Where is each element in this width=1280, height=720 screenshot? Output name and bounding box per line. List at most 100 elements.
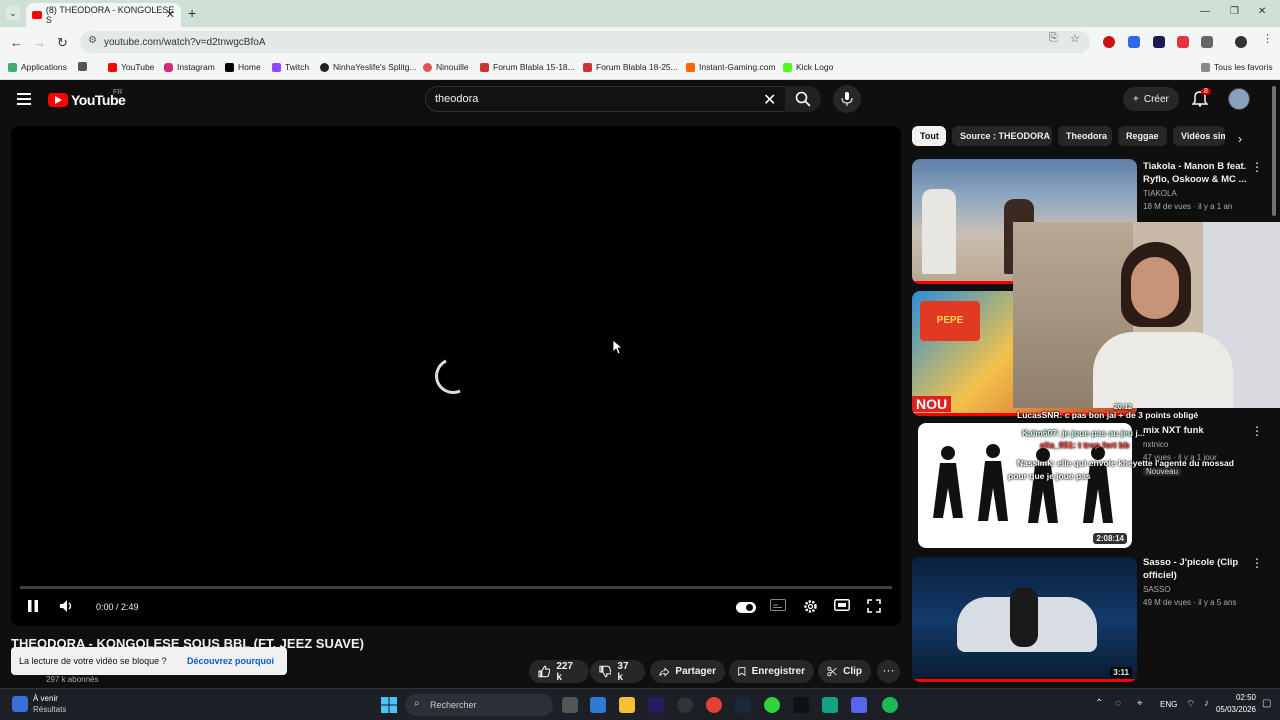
app-icon[interactable] <box>764 697 780 713</box>
page-scrollbar[interactable] <box>1272 86 1276 216</box>
store-app-icon[interactable] <box>590 697 606 713</box>
bookmark-forum-15-18[interactable]: Forum Blabla 15-18... <box>480 62 575 72</box>
close-tab-icon[interactable]: ✕ <box>166 8 175 21</box>
bookmark-kick[interactable]: Kick Logo <box>783 62 833 72</box>
autoplay-toggle[interactable] <box>736 602 756 613</box>
new-tab-icon[interactable]: + <box>188 5 196 21</box>
progress-bar[interactable] <box>20 586 892 589</box>
chrome-icon[interactable] <box>706 697 722 713</box>
chrome-menu-icon[interactable]: ⋮ <box>1262 32 1273 45</box>
tiktok-icon[interactable] <box>793 697 809 713</box>
notification-center-icon[interactable]: ▢ <box>1262 698 1271 709</box>
recommendation-channel[interactable]: SASSO <box>1143 585 1171 594</box>
bookmark-instant-gaming[interactable]: Instant-Gaming.com <box>686 62 776 72</box>
recommendation-channel[interactable]: nxtnico <box>1143 440 1168 449</box>
chips-next-chevron-icon[interactable]: › <box>1238 132 1242 146</box>
menu-icon[interactable] <box>17 93 31 105</box>
tray-app-icon[interactable]: ◌ <box>1115 698 1121 709</box>
extension-icon[interactable] <box>1128 36 1140 48</box>
volume-icon[interactable] <box>59 599 75 613</box>
youtube-play-icon <box>48 93 68 107</box>
minimize-icon[interactable]: — <box>1200 6 1210 17</box>
bookmark-twitch[interactable]: Twitch <box>272 62 309 72</box>
video-player[interactable]: 0:00 / 2:49 <box>11 126 901 626</box>
chip-theodora[interactable]: Theodora <box>1058 126 1112 146</box>
search-button[interactable] <box>785 86 821 112</box>
tray-overflow-icon[interactable]: ⌃ <box>1095 698 1103 709</box>
like-button[interactable]: 227 k <box>529 660 589 683</box>
spotify-icon[interactable] <box>882 697 898 713</box>
video-duration: 2:08:14 <box>1093 533 1127 544</box>
chip-source-theodora[interactable]: Source : THEODORA <box>952 126 1052 146</box>
extensions-puzzle-icon[interactable] <box>1201 36 1213 48</box>
fullscreen-icon[interactable] <box>867 599 881 613</box>
share-button[interactable]: Partager <box>650 660 725 683</box>
opera-extension-icon[interactable] <box>1103 36 1115 48</box>
more-options-icon[interactable]: ⋮ <box>1251 556 1263 570</box>
browser-tab[interactable]: (8) THEODORA - KONGOLESE S ✕ <box>26 3 181 27</box>
steam-icon[interactable] <box>735 697 751 713</box>
chip-reggae[interactable]: Reggae <box>1118 126 1167 146</box>
voice-search-button[interactable] <box>833 85 861 113</box>
reload-icon[interactable]: ↻ <box>57 35 68 51</box>
recommendation-title[interactable]: Tiakola - Manon B feat. Ryflo, Oskoow & … <box>1143 160 1248 186</box>
discord-icon[interactable] <box>851 697 867 713</box>
search-input[interactable]: theodora <box>425 86 820 112</box>
restore-icon[interactable]: ❐ <box>1230 6 1239 17</box>
url-input[interactable]: ⚙ youtube.com/watch?v=d2tnwgcBfoA <box>80 31 1090 53</box>
video-thumbnail[interactable]: 3:11 <box>912 557 1137 682</box>
account-avatar[interactable] <box>1228 88 1250 110</box>
recommendation-title[interactable]: mix NXT funk <box>1143 424 1248 437</box>
extension-icon[interactable] <box>1153 36 1165 48</box>
bookmark-forum-18-25[interactable]: Forum Blabla 18-25... <box>583 62 678 72</box>
recommendation-title[interactable]: Sasso - J'picole (Clip officiel) <box>1143 556 1248 582</box>
windows-start-icon[interactable] <box>381 697 397 713</box>
language-indicator[interactable]: ENG <box>1160 700 1177 709</box>
clip-button[interactable]: Clip <box>818 660 871 683</box>
volume-tray-icon[interactable]: ♪ <box>1204 698 1209 709</box>
app-icon[interactable] <box>822 697 838 713</box>
clock-time[interactable]: 02:50 <box>1222 693 1256 702</box>
all-favorites[interactable]: Tous les favoris <box>1201 62 1273 72</box>
more-options-icon[interactable]: ⋮ <box>1251 160 1263 174</box>
bookmark-star-icon[interactable]: ☆ <box>1070 32 1080 45</box>
dislike-button[interactable]: 37 k <box>590 660 645 683</box>
forward-icon[interactable]: → <box>33 35 46 50</box>
microphone-tray-icon[interactable]: ⌖ <box>1137 698 1143 709</box>
bookmark-applications[interactable]: Applications <box>8 62 67 72</box>
bookmark-home[interactable]: Home <box>225 62 261 72</box>
extension-icon[interactable] <box>1177 36 1189 48</box>
wifi-icon[interactable]: ⌔ <box>1186 698 1195 711</box>
settings-gear-icon[interactable] <box>803 599 818 614</box>
clear-search-icon[interactable]: ✕ <box>763 90 776 110</box>
back-icon[interactable]: ← <box>10 35 23 50</box>
chip-tout[interactable]: Tout <box>912 126 946 146</box>
task-view-icon[interactable] <box>562 697 578 713</box>
taskbar-search-input[interactable]: ⌕ Rechercher <box>405 694 553 716</box>
bookmark-splitgate[interactable]: NinhaYeslife's Splitg... <box>320 62 417 72</box>
bookmark-youtube[interactable]: YouTube <box>108 62 154 72</box>
theater-mode-icon[interactable] <box>834 599 850 611</box>
pause-icon[interactable] <box>27 599 39 613</box>
file-explorer-icon[interactable] <box>619 697 635 713</box>
premiere-pro-icon[interactable] <box>648 697 664 713</box>
bookmark-ninouille[interactable]: Ninouille <box>423 62 469 72</box>
tab-search-icon[interactable]: ⌄ <box>6 6 20 20</box>
window-close-icon[interactable]: ✕ <box>1258 6 1266 17</box>
weather-widget-icon[interactable] <box>12 696 28 712</box>
clock-date[interactable]: 05/03/2026 <box>1214 705 1256 714</box>
bookmark-instagram[interactable]: Instagram <box>164 62 215 72</box>
install-app-icon[interactable]: ⎘ <box>1049 32 1058 45</box>
bookmark-grid[interactable] <box>78 62 87 71</box>
subtitles-icon[interactable] <box>770 599 786 611</box>
more-actions-button[interactable]: ··· <box>877 660 900 683</box>
app-icon[interactable] <box>677 697 693 713</box>
profile-avatar-icon[interactable] <box>1235 36 1247 48</box>
site-info-icon[interactable]: ⚙ <box>88 35 97 46</box>
chip-similar-videos[interactable]: Vidéos sim <box>1173 126 1225 146</box>
create-button[interactable]: + Créer <box>1123 87 1179 111</box>
learn-why-link[interactable]: Découvrez pourquoi <box>187 656 274 666</box>
more-options-icon[interactable]: ⋮ <box>1251 424 1263 438</box>
save-button[interactable]: Enregistrer <box>729 660 814 683</box>
recommendation-channel[interactable]: TIAKOLA <box>1143 189 1177 198</box>
